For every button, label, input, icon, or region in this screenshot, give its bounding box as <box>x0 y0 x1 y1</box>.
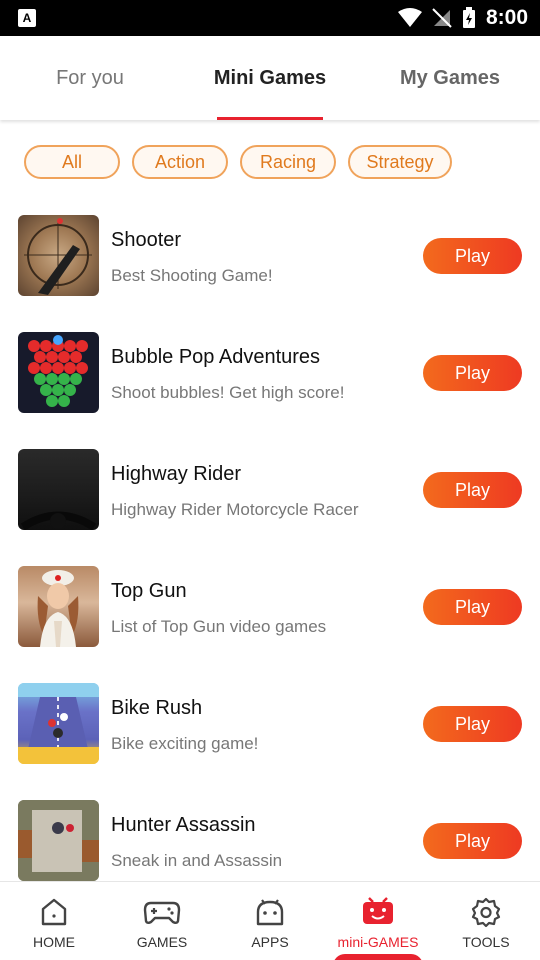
clock: 8:00 <box>485 6 528 29</box>
play-button[interactable]: Play <box>423 355 522 391</box>
tab-label: Mini Games <box>213 66 327 89</box>
battery-charging-icon <box>462 7 475 28</box>
play-button[interactable]: Play <box>423 706 522 742</box>
status-icons: 8:00 <box>397 0 528 36</box>
character-portrait-icon <box>37 570 79 647</box>
wifi-icon <box>397 8 422 27</box>
tab-label: My Games <box>399 66 501 89</box>
active-nav-indicator <box>333 954 423 960</box>
tab-mini-games[interactable]: Mini Games <box>180 36 360 120</box>
game-description: Highway Rider Motorcycle Racer <box>111 500 359 519</box>
nav-apps[interactable]: APPS <box>216 882 324 960</box>
game-title: Highway Rider <box>111 463 242 485</box>
list-item[interactable]: Bike Rush Bike exciting game! Play <box>0 663 540 780</box>
play-button[interactable]: Play <box>423 238 522 274</box>
motorcycle-handlebar-icon <box>20 511 97 530</box>
scope-icon <box>24 218 92 295</box>
list-item[interactable]: Top Gun List of Top Gun video games Play <box>0 546 540 663</box>
category-filters: All Action Racing Strategy <box>24 145 452 179</box>
play-button[interactable]: Play <box>423 589 522 625</box>
list-item[interactable]: Highway Rider Highway Rider Motorcycle R… <box>0 429 540 546</box>
play-button[interactable]: Play <box>423 472 522 508</box>
game-title: Hunter Assassin <box>111 814 256 836</box>
filter-chip-all[interactable]: All <box>24 145 120 179</box>
game-description: Best Shooting Game! <box>111 266 273 285</box>
tab-label: For you <box>56 66 124 89</box>
bubble-cluster-icon <box>28 335 88 407</box>
nav-home[interactable]: HOME <box>0 882 108 960</box>
bike-thumbnail[interactable] <box>18 683 99 764</box>
topgun-thumbnail[interactable] <box>18 566 99 647</box>
game-description: Shoot bubbles! Get high score! <box>111 383 345 402</box>
filter-chip-racing[interactable]: Racing <box>240 145 336 179</box>
home-icon <box>41 898 67 926</box>
app-notification-icon: A <box>18 9 36 27</box>
nav-label: TOOLS <box>462 934 510 950</box>
nav-games[interactable]: GAMES <box>108 882 216 960</box>
highway-thumbnail[interactable] <box>18 449 99 530</box>
bike-road-icon <box>18 683 99 764</box>
game-description: Sneak in and Assassin <box>111 851 283 870</box>
game-description: Bike exciting game! <box>111 734 259 753</box>
game-title: Bubble Pop Adventures <box>111 346 321 368</box>
filter-chip-action[interactable]: Action <box>132 145 228 179</box>
hunter-thumbnail[interactable] <box>18 800 99 881</box>
active-tab-indicator <box>217 117 323 120</box>
shooter-thumbnail[interactable] <box>18 215 99 296</box>
nav-mini-games[interactable]: mini-GAMES <box>324 882 432 960</box>
gamepad-icon <box>143 901 181 924</box>
nav-label: APPS <box>251 934 289 950</box>
play-button[interactable]: Play <box>423 823 522 859</box>
no-signal-icon <box>432 8 452 28</box>
filter-chip-strategy[interactable]: Strategy <box>348 145 452 179</box>
nav-label: HOME <box>33 934 75 950</box>
game-title: Shooter <box>111 229 182 251</box>
game-title: Top Gun <box>111 580 187 602</box>
game-description: List of Top Gun video games <box>111 617 327 636</box>
bubble-thumbnail[interactable] <box>18 332 99 413</box>
tab-for-you[interactable]: For you <box>0 36 180 120</box>
nav-tools[interactable]: TOOLS <box>432 882 540 960</box>
bottom-navigation: HOME GAMES APPS mini-GAMES TOOLS <box>0 881 540 960</box>
nav-label: GAMES <box>136 934 188 950</box>
nav-label: mini-GAMES <box>337 934 419 950</box>
game-list[interactable]: Shooter Best Shooting Game! Play Bubble … <box>0 195 540 881</box>
list-item[interactable]: Shooter Best Shooting Game! Play <box>0 195 540 312</box>
android-icon <box>256 899 284 926</box>
status-bar: A 8:00 <box>0 0 540 36</box>
list-item[interactable]: Bubble Pop Adventures Shoot bubbles! Get… <box>0 312 540 429</box>
tab-my-games[interactable]: My Games <box>360 36 540 120</box>
top-down-map-icon <box>18 800 99 881</box>
list-item[interactable]: Hunter Assassin Sneak in and Assassin Pl… <box>0 780 540 881</box>
gear-icon <box>471 897 501 928</box>
game-title: Bike Rush <box>111 697 203 719</box>
top-tab-bar: For you Mini Games My Games <box>0 36 540 120</box>
mini-games-icon <box>363 897 393 924</box>
